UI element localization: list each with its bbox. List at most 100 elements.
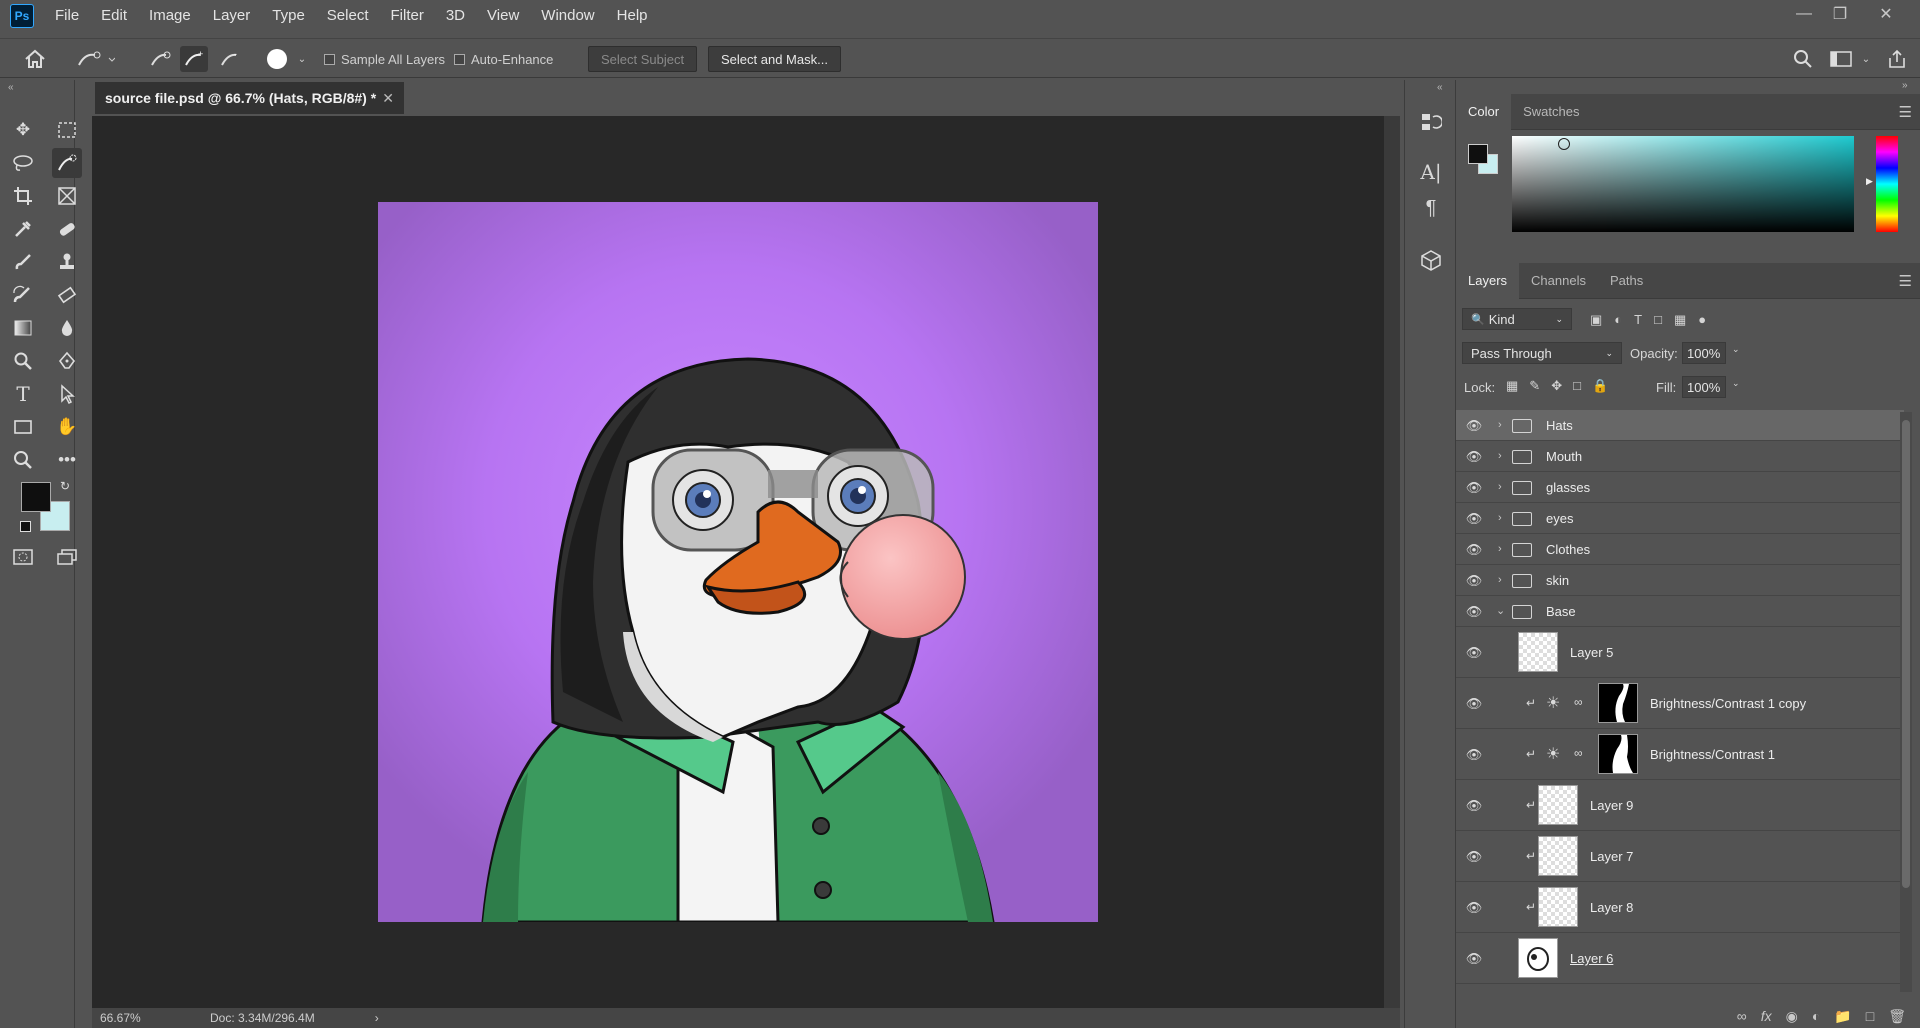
expand-chevron-icon[interactable]: › bbox=[1498, 574, 1502, 586]
shape-filter-icon[interactable]: □ bbox=[1654, 312, 1662, 328]
visibility-eye-icon[interactable]: 👁 bbox=[1466, 696, 1483, 712]
canvas-vertical-scrollbar[interactable] bbox=[1384, 116, 1400, 1008]
close-tab-icon[interactable]: ✕ bbox=[382, 90, 394, 107]
crop-tool-icon[interactable] bbox=[8, 181, 38, 211]
artwork-canvas[interactable] bbox=[378, 202, 1098, 922]
swap-colors-icon[interactable]: ↻ bbox=[60, 479, 70, 493]
dodge-tool-icon[interactable] bbox=[8, 346, 38, 376]
hue-slider-arrow-icon[interactable]: ▶ bbox=[1866, 176, 1873, 187]
marquee-tool-icon[interactable] bbox=[52, 115, 82, 145]
visibility-eye-icon[interactable]: 👁 bbox=[1466, 900, 1483, 916]
gradient-tool-icon[interactable] bbox=[8, 313, 38, 343]
tool-preset-icon[interactable] bbox=[72, 46, 118, 72]
more-tools-icon[interactable]: ••• bbox=[52, 445, 82, 475]
tab-layers[interactable]: Layers bbox=[1456, 262, 1520, 299]
layer-row[interactable]: 👁 Layer 5 bbox=[1456, 627, 1904, 678]
visibility-eye-icon[interactable]: 👁 bbox=[1466, 798, 1483, 814]
workspace-icon[interactable] bbox=[1828, 46, 1854, 72]
path-selection-tool-icon[interactable] bbox=[52, 379, 82, 409]
status-expand-icon[interactable]: › bbox=[375, 1011, 379, 1025]
layer-row[interactable]: 👁 Layer 6 bbox=[1456, 933, 1904, 984]
lock-all-icon[interactable]: 🔒 bbox=[1592, 378, 1608, 394]
visibility-eye-icon[interactable]: 👁 bbox=[1466, 542, 1483, 558]
visibility-eye-icon[interactable]: 👁 bbox=[1466, 449, 1483, 465]
quick-mask-icon[interactable] bbox=[8, 542, 38, 572]
restore-icon[interactable]: ❐ bbox=[1822, 0, 1858, 28]
menu-layer[interactable]: Layer bbox=[202, 0, 262, 32]
lock-artboard-icon[interactable]: □ bbox=[1573, 378, 1581, 394]
color-picker-cursor[interactable] bbox=[1558, 138, 1570, 150]
new-group-icon[interactable]: 📁 bbox=[1834, 1008, 1851, 1025]
chevron-down-icon[interactable]: ⌄ bbox=[294, 46, 310, 72]
adjustment-filter-icon[interactable]: ◐ bbox=[1614, 312, 1622, 328]
layer-mask-thumbnail[interactable] bbox=[1598, 734, 1638, 774]
opacity-input[interactable]: 100% bbox=[1682, 342, 1726, 364]
layer-row[interactable]: 👁 ↵ Layer 9 bbox=[1456, 780, 1904, 831]
paragraph-panel-icon[interactable]: ¶ bbox=[1417, 194, 1445, 222]
new-selection-icon[interactable] bbox=[146, 46, 174, 72]
search-icon[interactable] bbox=[1790, 46, 1816, 72]
visibility-eye-icon[interactable]: 👁 bbox=[1466, 645, 1483, 661]
healing-brush-tool-icon[interactable] bbox=[52, 214, 82, 244]
select-subject-button[interactable]: Select Subject bbox=[588, 46, 698, 72]
delete-layer-icon[interactable]: 🗑 bbox=[1888, 1008, 1906, 1025]
type-tool-icon[interactable]: T bbox=[8, 379, 38, 409]
visibility-eye-icon[interactable]: 👁 bbox=[1466, 511, 1483, 527]
history-brush-tool-icon[interactable] bbox=[8, 280, 38, 310]
menu-filter[interactable]: Filter bbox=[380, 0, 435, 32]
select-and-mask-button[interactable]: Select and Mask... bbox=[708, 46, 841, 72]
document-tab[interactable]: source file.psd @ 66.7% (Hats, RGB/8#) *… bbox=[95, 82, 404, 114]
expand-chevron-icon[interactable]: › bbox=[1498, 512, 1502, 524]
expand-chevron-icon[interactable]: › bbox=[1498, 481, 1502, 493]
layer-row[interactable]: 👁 ↵ Layer 7 bbox=[1456, 831, 1904, 882]
lasso-tool-icon[interactable] bbox=[8, 148, 38, 178]
menu-edit[interactable]: Edit bbox=[90, 0, 138, 32]
fill-input[interactable]: 100% bbox=[1682, 376, 1726, 398]
rectangle-tool-icon[interactable] bbox=[8, 412, 38, 442]
menu-select[interactable]: Select bbox=[316, 0, 380, 32]
menu-image[interactable]: Image bbox=[138, 0, 202, 32]
hue-slider[interactable] bbox=[1876, 136, 1898, 232]
zoom-level[interactable]: 66.67% bbox=[100, 1011, 180, 1025]
lock-transparent-icon[interactable]: ▦ bbox=[1506, 378, 1518, 394]
visibility-eye-icon[interactable]: 👁 bbox=[1466, 418, 1483, 434]
close-window-icon[interactable]: ✕ bbox=[1868, 0, 1904, 28]
tab-channels[interactable]: Channels bbox=[1519, 263, 1598, 299]
3d-panel-icon[interactable] bbox=[1417, 246, 1445, 274]
tab-paths[interactable]: Paths bbox=[1598, 263, 1655, 299]
blend-mode-select[interactable]: Pass Through ⌄ bbox=[1462, 342, 1622, 364]
link-layers-icon[interactable]: ∞ bbox=[1737, 1008, 1747, 1024]
expand-chevron-icon[interactable]: › bbox=[1498, 450, 1502, 462]
workspace-chevron-icon[interactable]: ⌄ bbox=[1858, 46, 1874, 72]
pixel-filter-icon[interactable]: ▣ bbox=[1590, 312, 1602, 328]
layer-group-clothes[interactable]: 👁 › Clothes bbox=[1456, 534, 1904, 565]
layers-panel-menu-icon[interactable]: ☰ bbox=[1899, 272, 1912, 290]
auto-enhance-checkbox[interactable]: Auto-Enhance bbox=[454, 46, 553, 72]
layer-group-base[interactable]: 👁 ⌄ Base bbox=[1456, 596, 1904, 627]
layer-group-glasses[interactable]: 👁 › glasses bbox=[1456, 472, 1904, 503]
chain-link-icon[interactable]: ∞ bbox=[1574, 746, 1583, 760]
tab-color[interactable]: Color bbox=[1456, 93, 1512, 130]
hand-tool-icon[interactable]: ✋ bbox=[52, 412, 82, 442]
layer-group-eyes[interactable]: 👁 › eyes bbox=[1456, 503, 1904, 534]
blur-tool-icon[interactable] bbox=[52, 313, 82, 343]
collapse-toolbar-icon[interactable]: « bbox=[8, 82, 14, 93]
foreground-color-swatch[interactable] bbox=[21, 482, 51, 512]
pen-tool-icon[interactable] bbox=[52, 346, 82, 376]
fill-chevron-icon[interactable]: ⌄ bbox=[1732, 378, 1740, 389]
expand-chevron-icon[interactable]: › bbox=[1498, 419, 1502, 431]
collapse-strip-icon[interactable]: « bbox=[1437, 82, 1443, 93]
layers-scrollbar[interactable] bbox=[1900, 412, 1912, 992]
lock-position-icon[interactable]: ✥ bbox=[1551, 378, 1562, 394]
collapse-chevron-icon[interactable]: ⌄ bbox=[1496, 604, 1505, 617]
visibility-eye-icon[interactable]: 👁 bbox=[1466, 747, 1483, 763]
move-tool-icon[interactable]: ✥ bbox=[8, 115, 38, 145]
opacity-chevron-icon[interactable]: ⌄ bbox=[1732, 344, 1740, 355]
sample-all-layers-checkbox[interactable]: Sample All Layers bbox=[324, 46, 445, 72]
menu-3d[interactable]: 3D bbox=[435, 0, 476, 32]
menu-file[interactable]: File bbox=[44, 0, 90, 32]
brush-tool-icon[interactable] bbox=[8, 247, 38, 277]
layer-row[interactable]: 👁 ↵ Layer 8 bbox=[1456, 882, 1904, 933]
smart-object-filter-icon[interactable]: ▦ bbox=[1674, 312, 1686, 328]
visibility-eye-icon[interactable]: 👁 bbox=[1466, 951, 1483, 967]
